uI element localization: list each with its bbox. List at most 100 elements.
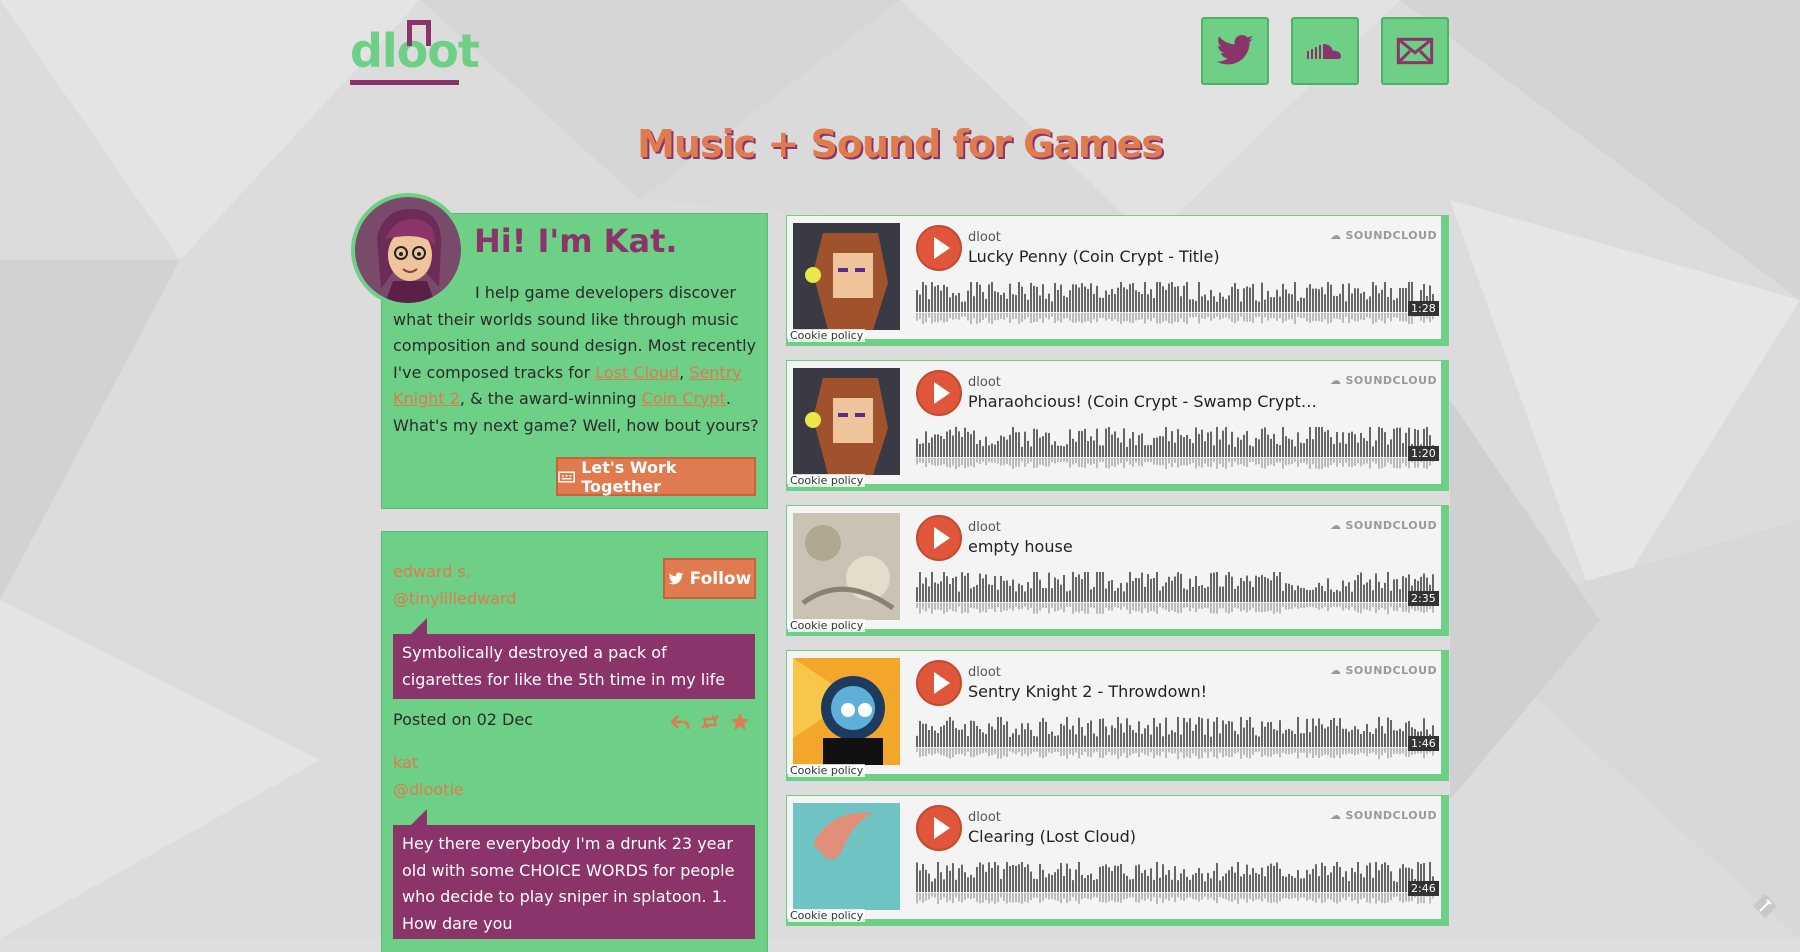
soundcloud-brand[interactable]: ☁ SOUNDCLOUD [1330,374,1437,387]
waveform-bar [1360,873,1362,892]
waveform-bar [1012,294,1014,312]
waveform-bar [1222,430,1224,457]
reply-icon[interactable] [670,712,690,732]
waveform-reflection [949,458,951,468]
waveform[interactable] [916,862,1436,906]
track-artwork[interactable] [793,368,900,475]
waveform-reflection [1042,603,1044,608]
waveform-bar [949,297,951,312]
waveform-reflection [1264,313,1266,318]
play-button[interactable] [916,660,962,706]
waveform-reflection [1381,603,1383,608]
waveform-bar [1279,720,1281,747]
track-artwork[interactable] [793,513,900,620]
waveform[interactable] [916,427,1436,471]
waveform-bar [1228,721,1230,747]
track-artwork[interactable] [793,223,900,330]
soundcloud-brand[interactable]: ☁ SOUNDCLOUD [1330,809,1437,822]
waveform-bar [994,576,996,602]
twitter-button[interactable] [1201,17,1269,85]
waveform-reflection [1240,313,1242,317]
waveform-reflection [1276,603,1278,613]
track-user[interactable]: dloot [968,665,1001,680]
tweet-author-handle[interactable]: @dlootie [393,780,464,799]
track-title[interactable]: Clearing (Lost Cloud) [968,827,1318,846]
waveform-reflection [1300,893,1302,898]
cookie-policy-link[interactable]: Cookie policy [788,619,866,632]
waveform-reflection [1204,313,1206,320]
play-button[interactable] [916,805,962,851]
waveform-reflection [1048,748,1050,753]
waveform-bar [1312,288,1314,312]
waveform-bar [1276,862,1278,892]
waveform[interactable] [916,717,1436,761]
favorite-icon[interactable] [730,712,750,732]
edit-icon[interactable] [1752,893,1778,919]
soundcloud-button[interactable] [1291,17,1359,85]
waveform-reflection [1258,603,1260,612]
track-user[interactable]: dloot [968,230,1001,245]
waveform-reflection [943,458,945,465]
track-title[interactable]: Lucky Penny (Coin Crypt - Title) [968,247,1318,266]
waveform-bar [1150,289,1152,312]
waveform-reflection [1351,458,1353,467]
tweet-author-name[interactable]: edward s. [393,562,471,581]
cookie-policy-link[interactable]: Cookie policy [788,764,866,777]
link-coin-crypt[interactable]: Coin Crypt [642,389,726,408]
cookie-policy-link[interactable]: Cookie policy [788,474,866,487]
waveform-reflection [997,458,999,464]
soundcloud-brand[interactable]: ☁ SOUNDCLOUD [1330,664,1437,677]
site-logo[interactable]: dloot [350,20,480,86]
waveform-bar [979,284,981,312]
waveform-bar [1129,725,1131,747]
follow-button[interactable]: Follow [663,558,756,599]
track-user[interactable]: dloot [968,520,1001,535]
soundcloud-brand[interactable]: ☁ SOUNDCLOUD [1330,229,1437,242]
waveform-reflection [1369,458,1371,469]
track-user[interactable]: dloot [968,375,1001,390]
link-lost-cloud[interactable]: Lost Cloud [595,363,679,382]
track-title[interactable]: Pharaohcious! (Coin Crypt - Swamp Crypt … [968,392,1318,411]
waveform-reflection [1132,458,1134,467]
cookie-policy-link[interactable]: Cookie policy [788,329,866,342]
waveform[interactable] [916,282,1436,326]
waveform-reflection [1261,748,1263,757]
track-artwork[interactable] [793,803,900,910]
waveform-bar [958,431,960,457]
email-button[interactable] [1381,17,1449,85]
waveform-bar [1123,287,1125,312]
waveform-bar [1054,872,1056,892]
waveform-bar [1318,427,1320,457]
tweet-author-name[interactable]: kat [393,753,418,772]
track-artwork[interactable] [793,658,900,765]
waveform-bar [1264,427,1266,457]
track-user[interactable]: dloot [968,810,1001,825]
waveform-reflection [1207,748,1209,758]
waveform-bar [1171,431,1173,457]
track-title[interactable]: empty house [968,537,1318,556]
waveform-reflection [1177,603,1179,614]
play-button[interactable] [916,515,962,561]
waveform-reflection [1219,458,1221,465]
tweet-author-handle[interactable]: @tinylilledward [393,589,516,608]
waveform-bar [1078,287,1080,312]
work-together-button[interactable]: Let's Work Together [556,457,756,496]
waveform-reflection [1258,893,1260,900]
track-title[interactable]: Sentry Knight 2 - Throwdown! [968,682,1318,701]
waveform-bar [1249,874,1251,892]
waveform-bar [1345,301,1347,312]
play-button[interactable] [916,370,962,416]
waveform-bar [1066,297,1068,312]
waveform-reflection [1300,313,1302,319]
retweet-icon[interactable] [700,712,720,732]
waveform-bar [985,574,987,602]
cookie-policy-link[interactable]: Cookie policy [788,909,866,922]
waveform-reflection [1096,313,1098,323]
play-button[interactable] [916,225,962,271]
waveform-bar [1060,284,1062,312]
waveform-reflection [1366,603,1368,610]
waveform-reflection [1060,893,1062,904]
waveform[interactable] [916,572,1436,616]
waveform-reflection [1222,748,1224,758]
soundcloud-brand[interactable]: ☁ SOUNDCLOUD [1330,519,1437,532]
